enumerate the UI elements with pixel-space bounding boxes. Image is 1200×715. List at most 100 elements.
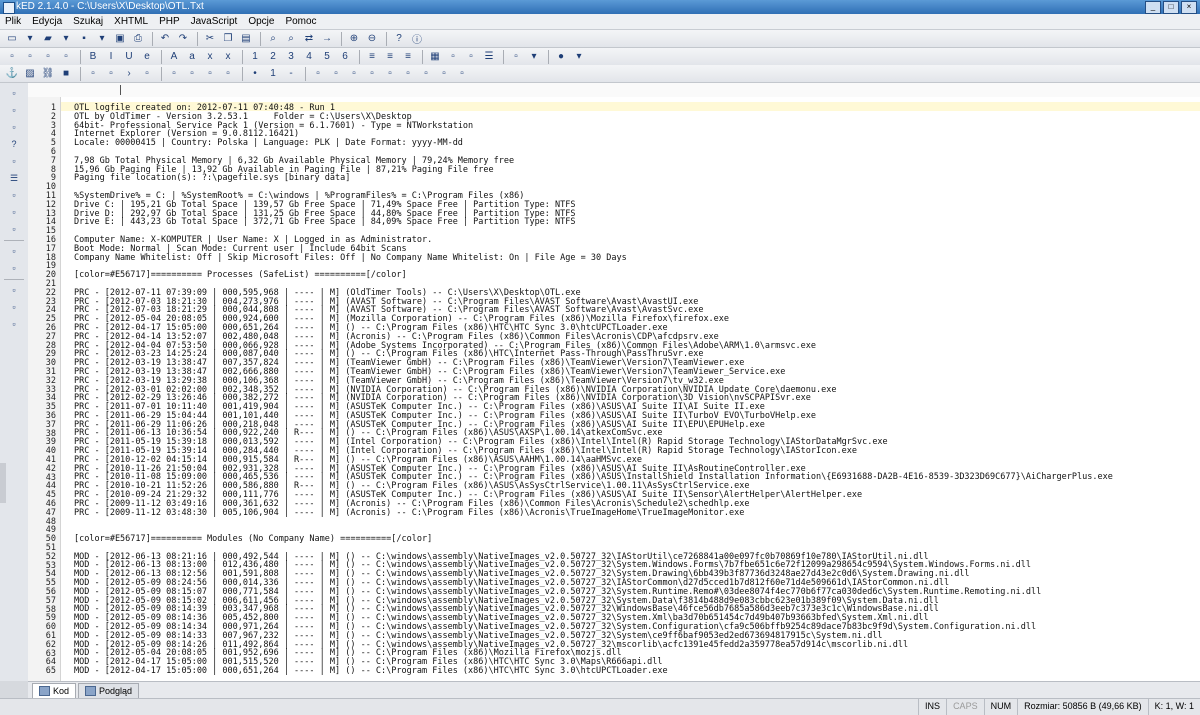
menu-opcje[interactable]: Opcje xyxy=(243,14,280,29)
zoom-in-icon[interactable]: ⊕ xyxy=(346,32,362,46)
comment-icon[interactable]: ▫ xyxy=(139,67,155,81)
help-icon[interactable]: ? xyxy=(5,137,23,151)
box-icon[interactable]: ▫ xyxy=(5,188,23,202)
ul-icon[interactable]: • xyxy=(247,67,263,81)
align-right-icon[interactable]: ≡ xyxy=(400,50,416,64)
minimize-button[interactable]: _ xyxy=(1145,1,1161,14)
h6-icon[interactable]: 6 xyxy=(337,50,353,64)
indent-icon[interactable]: ▫ xyxy=(5,205,23,219)
form-icon[interactable]: ▫ xyxy=(85,67,101,81)
em-icon[interactable]: e xyxy=(139,50,155,64)
redo-icon[interactable]: ↷ xyxy=(175,32,191,46)
tab-kod[interactable]: Kod xyxy=(32,683,77,698)
underline-icon[interactable]: U xyxy=(121,50,137,64)
menu-edycja[interactable]: Edycja xyxy=(27,14,68,29)
menu-xhtml[interactable]: XHTML xyxy=(109,14,154,29)
clip-icon[interactable]: ▫ xyxy=(5,283,23,297)
table-row-icon[interactable]: ▫ xyxy=(445,50,461,64)
help-icon[interactable]: ? xyxy=(391,32,407,46)
menu-php[interactable]: PHP xyxy=(154,14,186,29)
html-icon[interactable]: ▫ xyxy=(4,50,20,64)
paste-icon[interactable]: ▤ xyxy=(238,32,254,46)
undo-icon[interactable]: ↶ xyxy=(157,32,173,46)
dropdown-icon[interactable]: ▾ xyxy=(22,32,38,46)
font-down-icon[interactable]: a xyxy=(184,50,200,64)
tab-podglad[interactable]: Podgląd xyxy=(78,683,140,698)
entity-icon[interactable]: ▫ xyxy=(103,67,119,81)
div-icon[interactable]: ▫ xyxy=(58,50,74,64)
editor-text[interactable]: OTL logfile created on: 2012-07-11 07:40… xyxy=(74,104,1113,676)
goto-icon[interactable]: → xyxy=(319,32,335,46)
copy-icon[interactable]: ❐ xyxy=(220,32,236,46)
menu-szukaj[interactable]: Szukaj xyxy=(68,14,109,29)
color-box-icon[interactable]: ■ xyxy=(58,67,74,81)
align-left-icon[interactable]: ≡ xyxy=(364,50,380,64)
menu-plik[interactable]: Plik xyxy=(0,14,27,29)
find-next-icon[interactable]: ⌕ xyxy=(283,32,299,46)
li-icon[interactable]: - xyxy=(283,67,299,81)
dropdown-icon[interactable]: ▾ xyxy=(526,50,542,64)
insert-icon[interactable]: ▫ xyxy=(508,50,524,64)
close-icon[interactable]: ▫ xyxy=(5,154,23,168)
dropdown-icon[interactable]: ▾ xyxy=(94,32,110,46)
font-up-icon[interactable]: A xyxy=(166,50,182,64)
about-icon[interactable]: ⓘ xyxy=(409,32,425,46)
save-icon[interactable]: ▪ xyxy=(76,32,92,46)
h2-icon[interactable]: 2 xyxy=(265,50,281,64)
new-icon[interactable]: ▭ xyxy=(4,32,20,46)
frame-icon[interactable]: ▫ xyxy=(166,67,182,81)
button-icon[interactable]: ▫ xyxy=(418,67,434,81)
hidden-icon[interactable]: ▫ xyxy=(436,67,452,81)
w-icon[interactable]: ▫ xyxy=(5,103,23,117)
dropdown-icon[interactable]: ▾ xyxy=(571,50,587,64)
h3-icon[interactable]: 3 xyxy=(283,50,299,64)
checkbox-icon[interactable]: ▫ xyxy=(382,67,398,81)
print-icon[interactable]: ⎙ xyxy=(130,32,146,46)
italic-icon[interactable]: I xyxy=(103,50,119,64)
iframe-icon[interactable]: ▫ xyxy=(202,67,218,81)
radio-icon[interactable]: ▫ xyxy=(400,67,416,81)
textarea-icon[interactable]: ▫ xyxy=(328,67,344,81)
dropdown-icon[interactable]: ▾ xyxy=(58,32,74,46)
outdent-icon[interactable]: ▫ xyxy=(5,222,23,236)
option-icon[interactable]: ▫ xyxy=(364,67,380,81)
anchor-icon[interactable]: ⚓ xyxy=(4,67,20,81)
close-button[interactable]: × xyxy=(1181,1,1197,14)
panel-collapse-handle[interactable] xyxy=(0,463,6,503)
body-icon[interactable]: ▫ xyxy=(22,50,38,64)
open-icon[interactable]: ▰ xyxy=(40,32,56,46)
cut-icon[interactable]: ✂ xyxy=(202,32,218,46)
save-all-icon[interactable]: ▣ xyxy=(112,32,128,46)
ol-icon[interactable]: 1 xyxy=(265,67,281,81)
page-icon[interactable]: ▫ xyxy=(5,244,23,258)
zoom-out-icon[interactable]: ⊖ xyxy=(364,32,380,46)
select-icon[interactable]: ▫ xyxy=(346,67,362,81)
tag-icon[interactable]: ▫ xyxy=(5,120,23,134)
label-icon[interactable]: ▫ xyxy=(454,67,470,81)
span-icon[interactable]: ▫ xyxy=(220,67,236,81)
maximize-button[interactable]: □ xyxy=(1163,1,1179,14)
sub-icon[interactable]: x xyxy=(220,50,236,64)
find-icon[interactable]: ⌕ xyxy=(265,32,281,46)
input-icon[interactable]: ▫ xyxy=(310,67,326,81)
h1-icon[interactable]: 1 xyxy=(247,50,263,64)
bold-icon[interactable]: B xyxy=(85,50,101,64)
align-center-icon[interactable]: ≡ xyxy=(382,50,398,64)
color-icon[interactable]: ● xyxy=(553,50,569,64)
image-icon[interactable]: ▨ xyxy=(22,67,38,81)
table-icon[interactable]: ▦ xyxy=(427,50,443,64)
refresh-icon[interactable]: ▫ xyxy=(5,300,23,314)
list-icon[interactable]: ☰ xyxy=(481,50,497,64)
tree-icon[interactable]: ▫ xyxy=(5,86,23,100)
h4-icon[interactable]: 4 xyxy=(301,50,317,64)
menu-javascript[interactable]: JavaScript xyxy=(186,14,244,29)
sup-icon[interactable]: x xyxy=(202,50,218,64)
table-cell-icon[interactable]: ▫ xyxy=(463,50,479,64)
file-icon[interactable]: ▫ xyxy=(5,317,23,331)
link-icon[interactable]: ⛓ xyxy=(40,67,56,81)
menu-pomoc[interactable]: Pomoc xyxy=(280,14,322,29)
frameset-icon[interactable]: ▫ xyxy=(184,67,200,81)
list-icon[interactable]: ☰ xyxy=(5,171,23,185)
code-editor[interactable]: 1 2 3 4 5 6 7 8 9 10 11 12 13 14 15 16 17 18 19 20 21 22 23 24 2… xyxy=(28,97,1200,681)
replace-icon[interactable]: ⇄ xyxy=(301,32,317,46)
